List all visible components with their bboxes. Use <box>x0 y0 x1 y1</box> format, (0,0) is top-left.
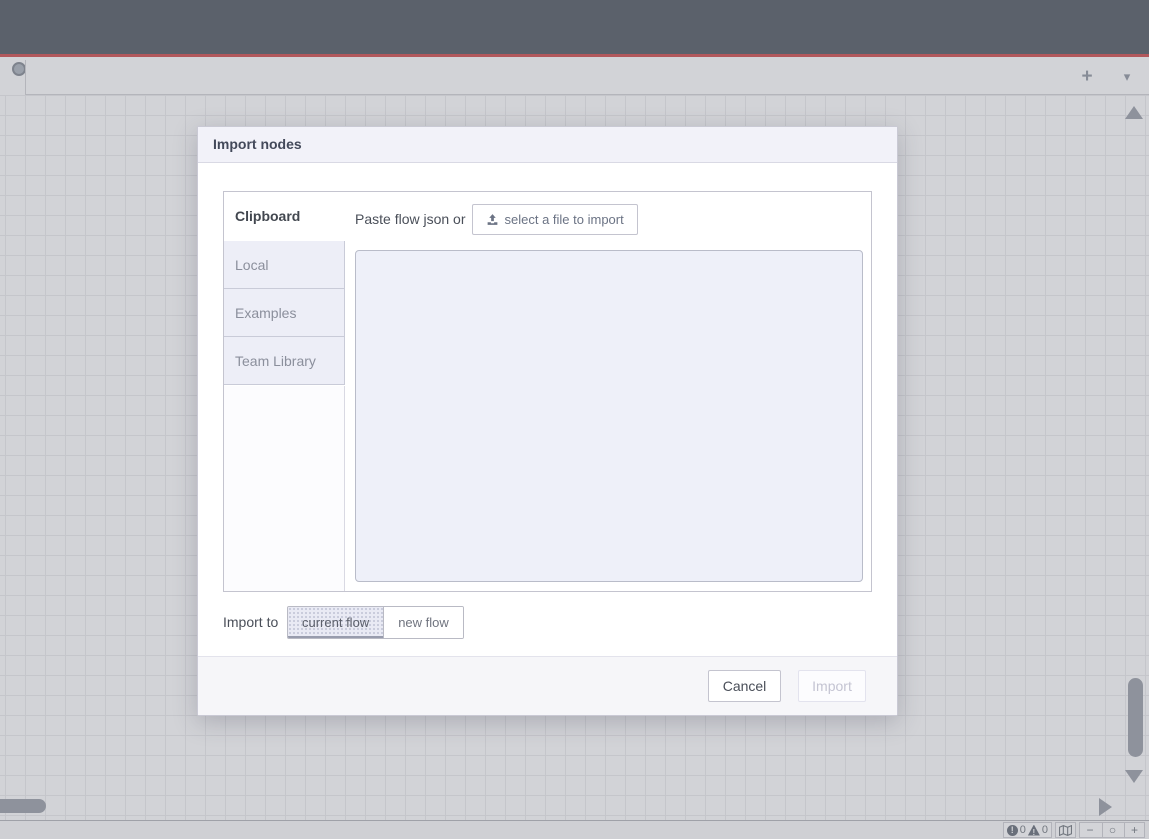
error-circle-icon: ! <box>1007 825 1018 836</box>
zoom-in-button[interactable]: + <box>1124 823 1144 837</box>
horizontal-scrollbar[interactable] <box>0 799 46 813</box>
tab-local[interactable]: Local <box>224 241 345 289</box>
app-header <box>0 0 1149 57</box>
flow-tabbar: + ▾ <box>25 60 1149 95</box>
zoom-out-button[interactable]: − <box>1080 823 1100 837</box>
notification-counts[interactable]: ! 0 0 <box>1003 822 1052 838</box>
palette-toggle-icon[interactable] <box>12 62 26 76</box>
tab-clipboard[interactable]: Clipboard <box>224 192 345 241</box>
dialog-footer: Cancel Import <box>198 656 897 715</box>
warning-triangle-icon <box>1028 825 1040 836</box>
status-bar: ! 0 0 − ○ + <box>0 820 1149 839</box>
warning-count: 0 <box>1042 824 1048 836</box>
import-nodes-dialog: Import nodes Clipboard Local Examples Te… <box>197 126 898 716</box>
upload-icon <box>486 213 499 226</box>
error-count: 0 <box>1020 824 1026 836</box>
zoom-reset-button[interactable]: ○ <box>1102 823 1122 837</box>
select-file-button[interactable]: select a file to import <box>472 204 638 235</box>
scroll-up-icon[interactable] <box>1125 106 1143 119</box>
tab-column-filler <box>224 386 345 591</box>
cancel-button[interactable]: Cancel <box>708 670 781 702</box>
tab-team-library[interactable]: Team Library <box>224 337 345 385</box>
add-flow-button[interactable]: + <box>1073 63 1101 91</box>
tab-examples[interactable]: Examples <box>224 289 345 337</box>
paste-flow-label: Paste flow json or <box>355 211 466 227</box>
import-button[interactable]: Import <box>798 670 866 702</box>
import-to-label: Import to <box>223 614 287 630</box>
current-flow-button[interactable]: current flow <box>288 607 384 638</box>
zoom-controls: − ○ + <box>1079 822 1145 838</box>
scroll-right-icon[interactable] <box>1099 798 1112 816</box>
dialog-body: Clipboard Local Examples Team Library Pa… <box>198 163 897 656</box>
flow-list-chevron-down-icon[interactable]: ▾ <box>1113 63 1141 91</box>
flow-json-textarea[interactable] <box>355 250 863 582</box>
import-source-panel: Clipboard Local Examples Team Library Pa… <box>223 191 872 592</box>
vertical-scrollbar[interactable] <box>1128 678 1143 757</box>
import-to-row: Import to current flow new flow <box>223 606 464 638</box>
dialog-title: Import nodes <box>198 127 897 163</box>
new-flow-button[interactable]: new flow <box>384 607 463 638</box>
paste-row: Paste flow json or select a file to impo… <box>355 203 638 235</box>
select-file-button-label: select a file to import <box>505 212 624 227</box>
scroll-down-icon[interactable] <box>1125 770 1143 783</box>
import-target-toggle: current flow new flow <box>287 606 464 639</box>
map-icon <box>1059 825 1072 836</box>
navigator-map-button[interactable] <box>1055 822 1076 838</box>
